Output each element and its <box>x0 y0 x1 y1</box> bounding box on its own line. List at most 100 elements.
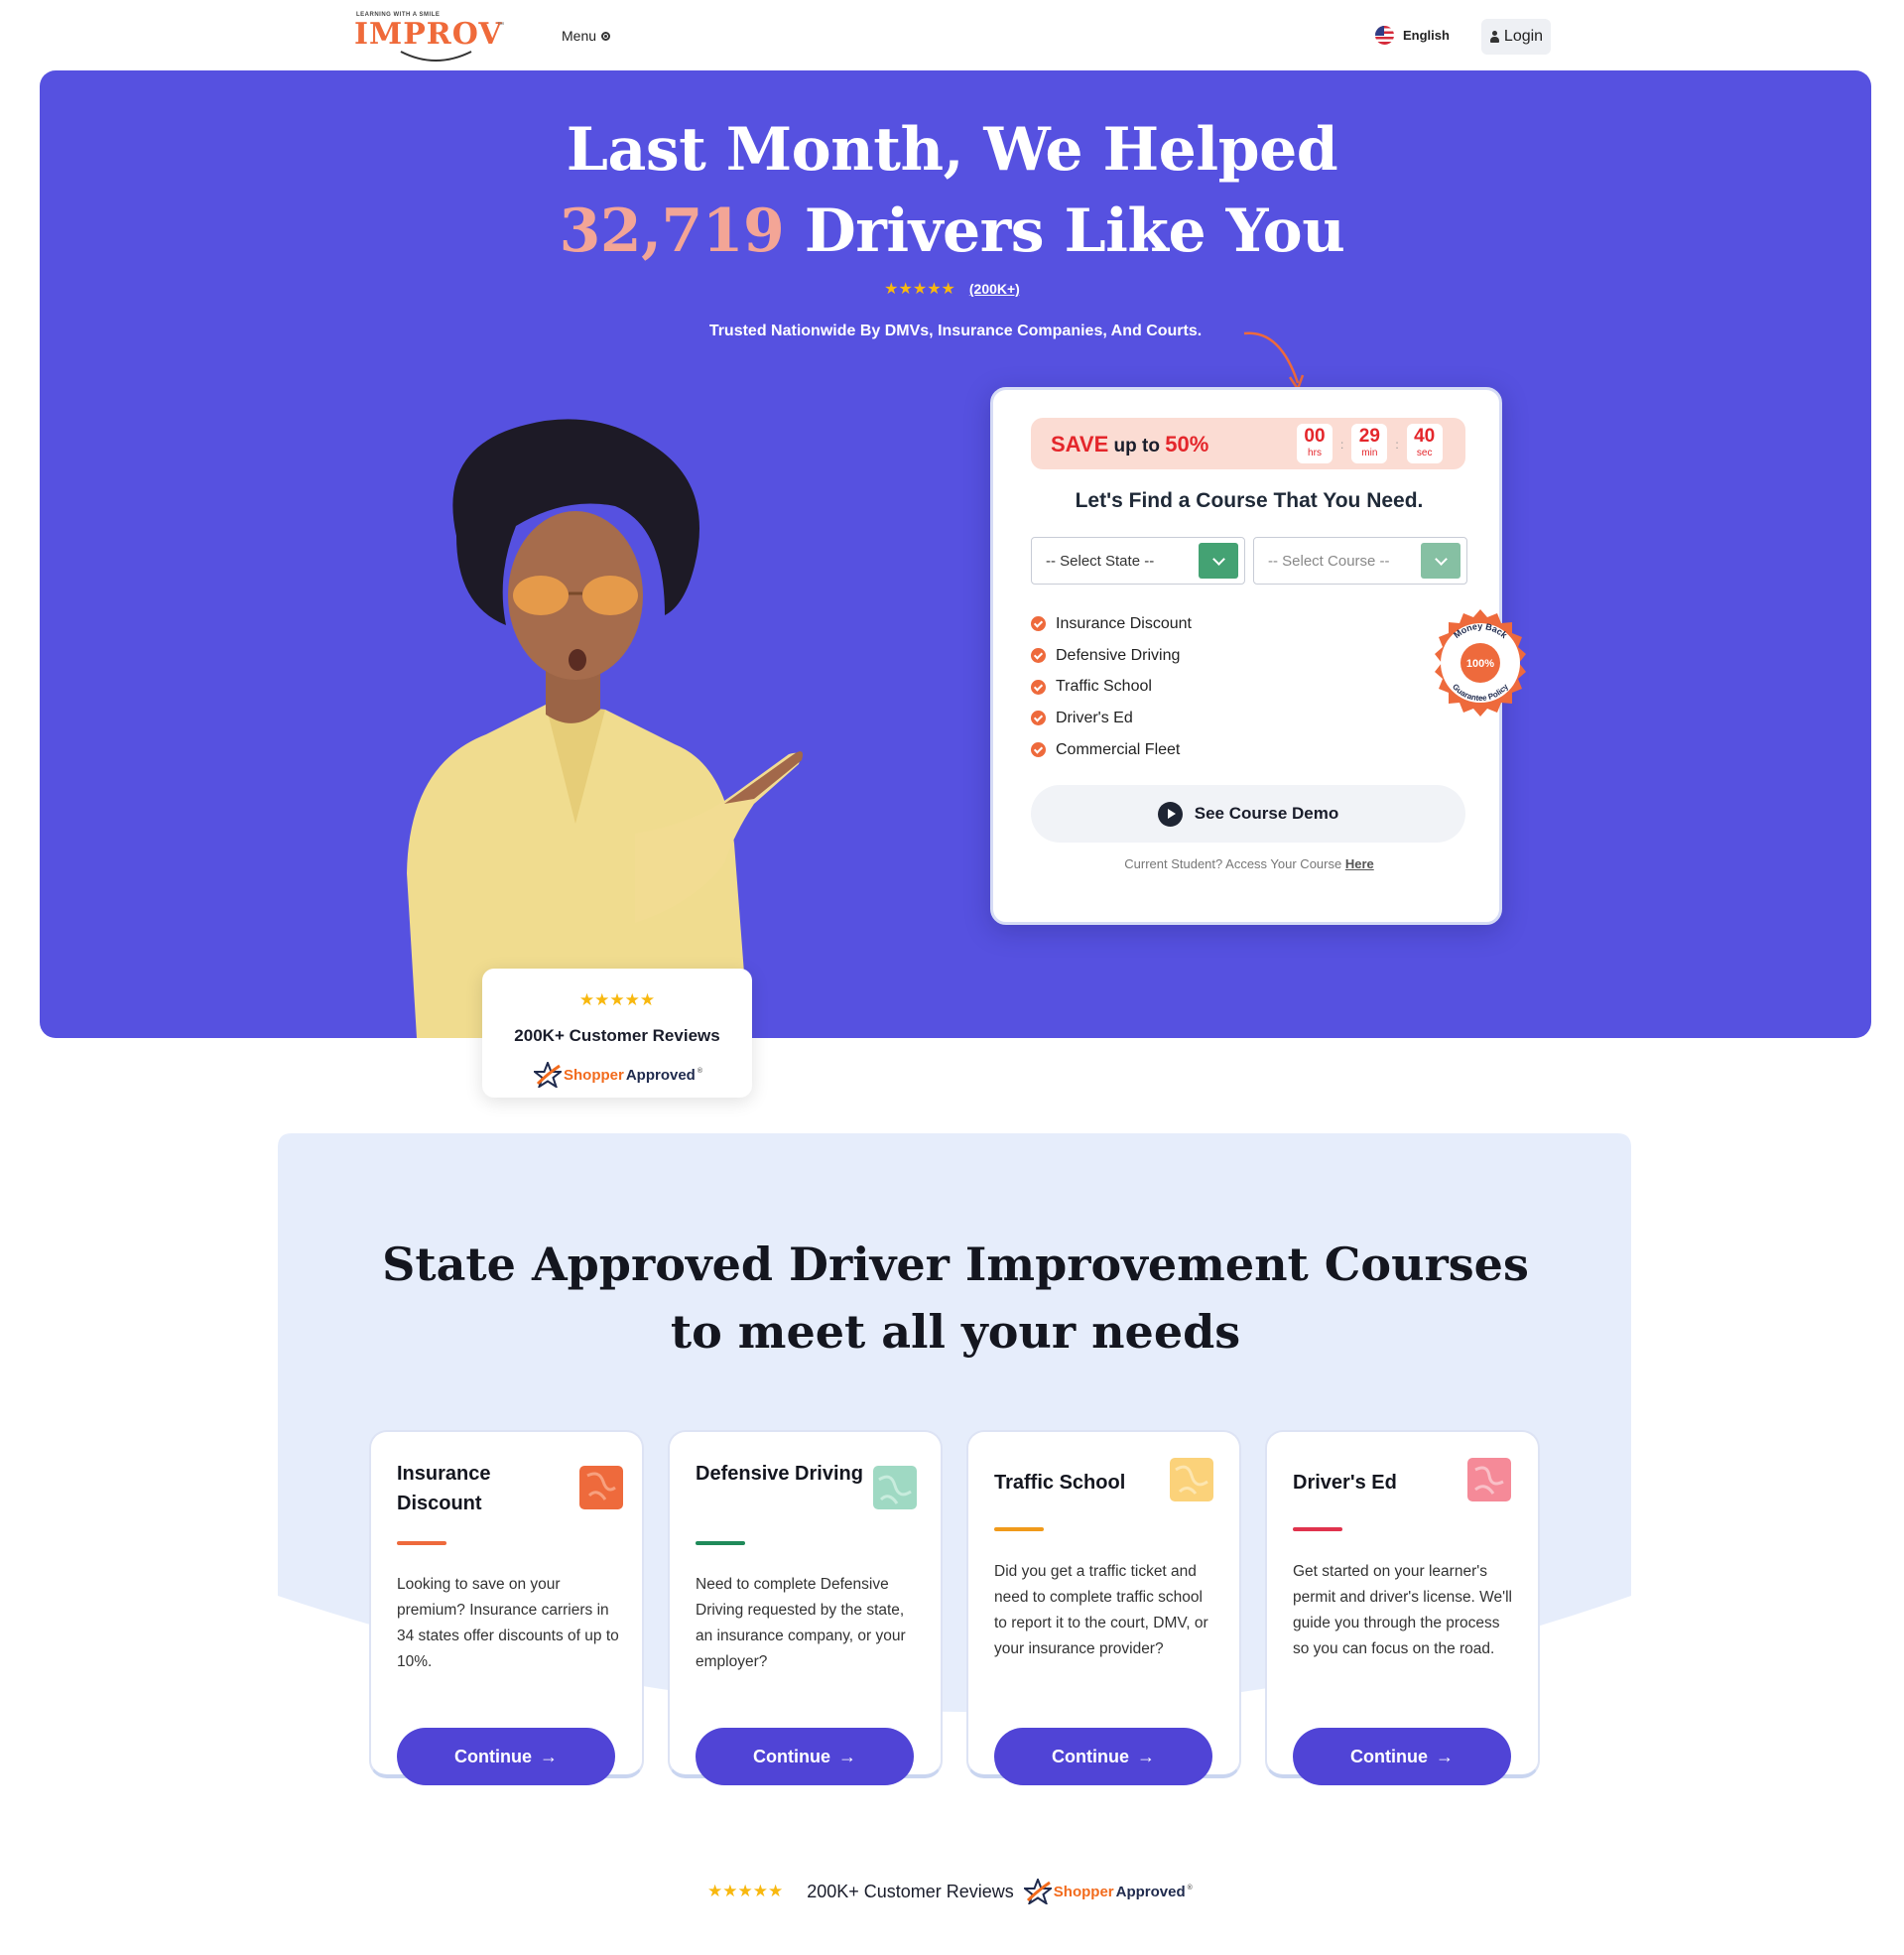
customer-reviews-card: ★★★★★ 200K+ Customer Reviews Shopper Appr… <box>482 969 752 1098</box>
save-banner: SAVE up to 50% 00 hrs : 29 min : 40 sec <box>1031 418 1465 469</box>
finder-title: Let's Find a Course That You Need. <box>1075 489 1424 512</box>
check-circle-icon <box>1031 679 1046 695</box>
login-label: Login <box>1503 28 1544 45</box>
save-word: SAVE <box>1051 432 1109 456</box>
timer-hours-unit: hrs <box>1308 448 1322 458</box>
check-circle-icon <box>1031 711 1046 726</box>
course-card-insurance-discount: Insurance Discount Looking to save on yo… <box>369 1430 644 1785</box>
save-percent: 50% <box>1165 432 1209 456</box>
rating-count-link[interactable]: (200K+) <box>969 281 1020 297</box>
course-select[interactable]: -- Select Course -- <box>1253 537 1467 585</box>
feature-label: Commercial Fleet <box>1056 740 1181 758</box>
language-selector[interactable]: English <box>1375 26 1450 45</box>
shopper-approved-star-icon <box>534 1062 562 1088</box>
menu-label: Menu <box>562 28 597 44</box>
drivers-ed-icon <box>1467 1458 1511 1501</box>
logo-wordmark: IMPROV <box>354 17 503 52</box>
check-circle-icon <box>1031 616 1046 632</box>
defensive-driving-icon <box>873 1466 917 1509</box>
drivers-count: 32,719 <box>559 196 785 266</box>
access-course-here-link[interactable]: Here <box>1345 856 1374 871</box>
check-circle-icon <box>1031 648 1046 664</box>
card-description: Did you get a traffic ticket and need to… <box>994 1563 1208 1657</box>
card-title: Traffic School <box>994 1472 1126 1494</box>
improv-logo[interactable]: LEARNING WITH A SMILE IMPROV ™ <box>354 10 504 62</box>
chevron-down-icon <box>1421 543 1460 579</box>
card-accent-rule <box>696 1541 745 1545</box>
shopper-text: Shopper <box>564 1066 624 1084</box>
language-label: English <box>1403 28 1450 43</box>
feature-label: Insurance Discount <box>1056 614 1192 632</box>
registered-mark: ® <box>1187 1884 1193 1891</box>
demo-button-label: See Course Demo <box>1194 804 1339 823</box>
save-text: SAVE up to 50% <box>1051 432 1208 457</box>
card-title: Insurance Discount <box>397 1463 491 1514</box>
site-header: LEARNING WITH A SMILE IMPROV ™ Menu Engl… <box>0 0 1904 69</box>
shopper-approved-logo[interactable]: Shopper Approved ® <box>534 1062 702 1088</box>
bottom-stars-icon: ★★★★★ <box>707 1882 784 1900</box>
hero-title: Last Month, We Helped 32,719 Drivers Lik… <box>0 109 1904 272</box>
arrow-right-icon: → <box>540 1746 558 1766</box>
card-accent-rule <box>1293 1527 1342 1531</box>
course-feature-list: Insurance Discount Defensive Driving Tra… <box>1031 608 1192 765</box>
state-select-value: -- Select State -- <box>1046 553 1155 570</box>
badge-center-text: 100% <box>1466 658 1494 670</box>
timer-seconds: 40 sec <box>1406 424 1443 463</box>
menu-button[interactable]: Menu <box>562 28 611 44</box>
continue-button[interactable]: Continue → <box>397 1728 615 1785</box>
review-card-stars-icon: ★★★★★ <box>578 990 656 1009</box>
arrow-right-icon: → <box>1137 1746 1155 1766</box>
continue-button[interactable]: Continue → <box>696 1728 914 1785</box>
hero-title-line2-rest: Drivers Like You <box>784 196 1345 266</box>
hero-stars-icon: ★★★★★ <box>884 281 955 298</box>
money-back-guarantee-badge: 100% Money Back Guarantee Policy <box>1435 609 1526 717</box>
traffic-school-icon <box>1170 1458 1213 1501</box>
trusted-tagline: Trusted Nationwide By DMVs, Insurance Co… <box>708 323 1203 339</box>
check-circle-icon <box>1031 742 1046 758</box>
timer-minutes-unit: min <box>1361 448 1378 458</box>
timer-separator: : <box>1340 438 1344 452</box>
woman-pointing-photo <box>407 419 803 1038</box>
logo-trademark: ™ <box>497 22 504 29</box>
menu-dot-icon <box>601 31 611 41</box>
countdown-timer: 00 hrs : 29 min : 40 sec <box>1297 424 1443 463</box>
continue-button[interactable]: Continue → <box>1293 1728 1511 1785</box>
registered-mark: ® <box>697 1067 703 1075</box>
card-title: Driver's Ed <box>1293 1472 1397 1494</box>
state-select[interactable]: -- Select State -- <box>1031 537 1245 585</box>
bottom-reviews-label: 200K+ Customer Reviews <box>807 1881 1014 1901</box>
approved-text: Approved <box>1115 1883 1186 1900</box>
arrow-right-icon: → <box>1436 1746 1454 1766</box>
course-card-drivers-ed: Driver's Ed Get started on your learner'… <box>1265 1430 1540 1785</box>
timer-minutes-value: 29 <box>1358 426 1380 447</box>
continue-label: Continue <box>454 1746 532 1766</box>
feature-item: Traffic School <box>1031 671 1192 703</box>
play-icon <box>1157 801 1183 827</box>
chevron-down-icon <box>1199 543 1238 579</box>
card-title: Defensive Driving <box>696 1463 863 1485</box>
feature-label: Defensive Driving <box>1056 646 1181 664</box>
arrow-right-icon: → <box>838 1746 856 1766</box>
feature-item: Driver's Ed <box>1031 703 1192 734</box>
current-student-text: Current Student? Access Your Course <box>1124 856 1345 871</box>
shopper-text: Shopper <box>1053 1883 1114 1900</box>
login-button[interactable]: Login <box>1481 19 1551 55</box>
continue-button[interactable]: Continue → <box>994 1728 1212 1785</box>
feature-label: Traffic School <box>1056 678 1152 696</box>
courses-heading: State Approved Driver Improvement Course… <box>0 1231 1904 1366</box>
card-description: Looking to save on your premium? Insuran… <box>397 1576 619 1670</box>
feature-item: Defensive Driving <box>1031 640 1192 672</box>
see-course-demo-button[interactable]: See Course Demo <box>1031 785 1465 843</box>
timer-hours-value: 00 <box>1304 426 1326 447</box>
courses-heading-line2: to meet all your needs <box>670 1305 1241 1359</box>
card-description: Get started on your learner's permit and… <box>1293 1563 1512 1657</box>
timer-separator: : <box>1395 438 1399 452</box>
timer-hours: 00 hrs <box>1297 424 1333 463</box>
courses-heading-line1: State Approved Driver Improvement Course… <box>382 1238 1529 1291</box>
card-description: Need to complete Defensive Driving reque… <box>696 1576 906 1670</box>
feature-item: Commercial Fleet <box>1031 734 1192 766</box>
us-flag-icon <box>1375 26 1394 45</box>
shopper-approved-logo[interactable]: Shopper Approved ® <box>1023 1879 1193 1904</box>
save-upto: up to <box>1108 436 1166 456</box>
continue-label: Continue <box>1350 1746 1428 1766</box>
